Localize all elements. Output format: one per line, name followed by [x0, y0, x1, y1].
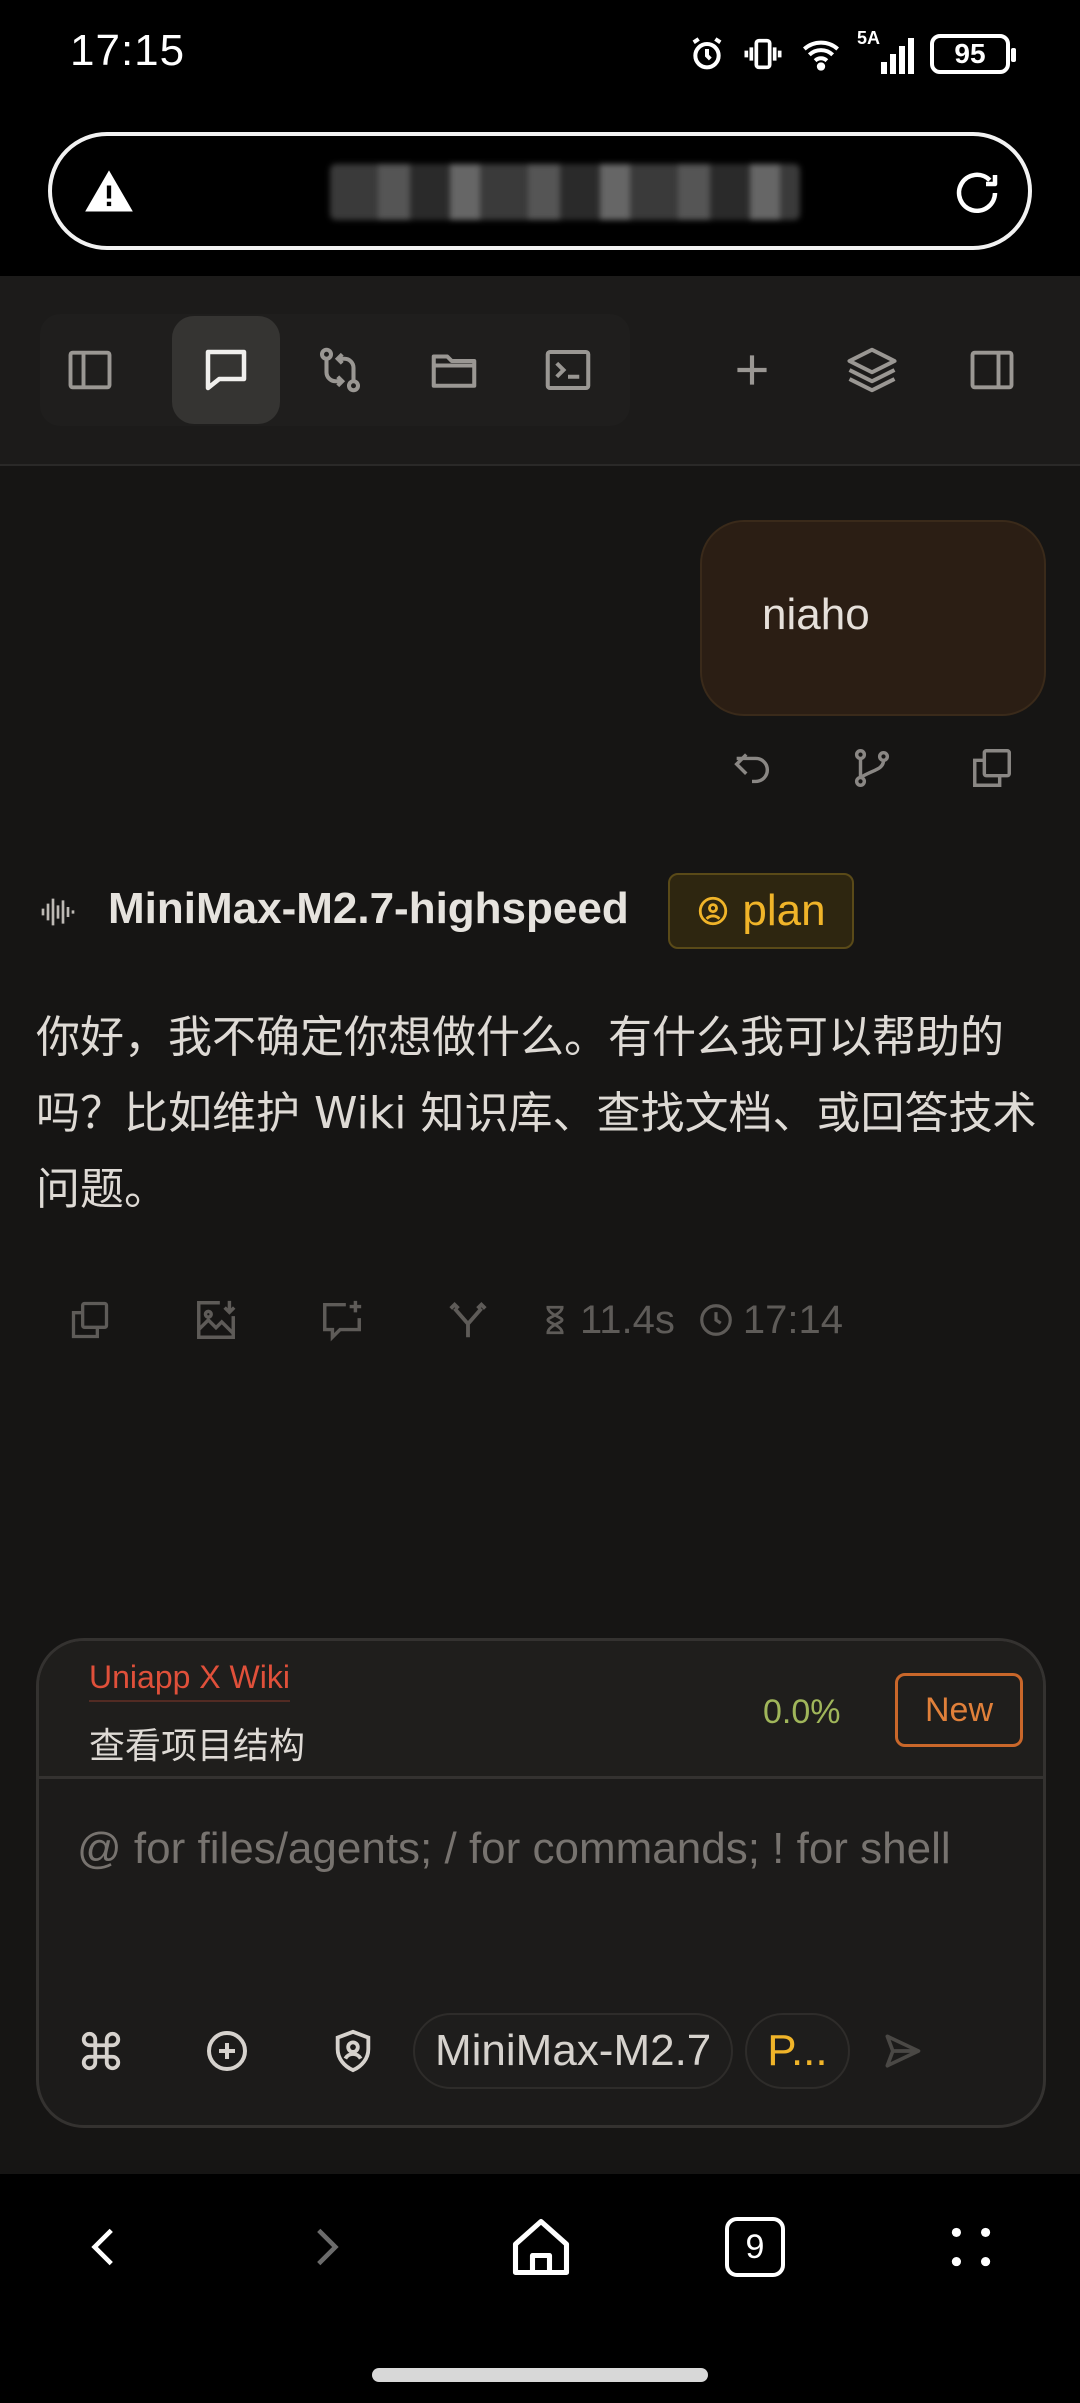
assistant-message-text: 你好，我不确定你想做什么。有什么我可以帮助的吗？比如维护 Wiki 知识库、查找…: [36, 1012, 1037, 1215]
timestamp-stat: 17:14: [697, 1298, 843, 1343]
fork-icon: [445, 1297, 491, 1343]
new-session-button[interactable]: New: [895, 1673, 1023, 1747]
duration-text: 11.4s: [580, 1297, 675, 1342]
shield-user-icon: [330, 2027, 376, 2075]
wifi-icon: [799, 34, 843, 74]
permissions-button[interactable]: [321, 2019, 385, 2083]
warning-icon[interactable]: [82, 166, 136, 218]
git-branch-icon: [849, 745, 895, 791]
right-panel-toggle-button[interactable]: [938, 316, 1046, 424]
assistant-actions-row: 11.4s 17:14: [60, 1290, 865, 1350]
model-selector[interactable]: MiniMax-M2.7: [413, 2013, 734, 2089]
panel-right-icon: [966, 344, 1018, 396]
layers-button[interactable]: [818, 316, 926, 424]
timestamp-text: 17:14: [742, 1297, 843, 1342]
network-type: 5A: [857, 28, 881, 48]
copy-message-button[interactable]: [962, 738, 1022, 798]
composer-session-header: Uniapp X Wiki 查看项目结构 0.0% New: [39, 1641, 1043, 1779]
dots-grid-icon: [946, 2222, 996, 2272]
image-download-icon: [193, 1297, 239, 1343]
terminal-button[interactable]: [514, 316, 622, 424]
terminal-icon: [541, 343, 595, 397]
copy-icon: [969, 745, 1015, 791]
composer: Uniapp X Wiki 查看项目结构 0.0% New @ for file…: [36, 1638, 1046, 2128]
duration-stat: 11.4s: [538, 1298, 675, 1343]
send-icon: [880, 2029, 924, 2073]
home-icon: [507, 2213, 575, 2281]
assistant-model-name: MiniMax-M2.7-highspeed: [108, 884, 629, 933]
sidebar-icon: [64, 344, 116, 396]
vibrate-icon: [743, 34, 783, 74]
reload-icon[interactable]: [950, 166, 1004, 220]
fork-button[interactable]: [438, 1290, 498, 1350]
context-usage: 0.0%: [763, 1693, 841, 1731]
alarm-icon: [687, 34, 727, 74]
tab-count: 9: [725, 2217, 785, 2277]
undo-button[interactable]: [722, 738, 782, 798]
user-message-text: niaho: [762, 590, 870, 639]
session-title: 查看项目结构: [89, 1726, 306, 1767]
undo-icon: [729, 745, 775, 791]
plus-circle-icon: [203, 2027, 251, 2075]
battery-level: 95: [954, 38, 986, 69]
new-session-button[interactable]: [698, 316, 806, 424]
battery-indicator: 95: [930, 34, 1016, 74]
branch-button[interactable]: [842, 738, 902, 798]
chat-icon: [199, 343, 253, 397]
mode-badge: plan: [668, 873, 854, 949]
chevron-right-icon: [300, 2217, 350, 2277]
layers-icon: [845, 343, 899, 397]
audio-wave-icon: [36, 892, 80, 932]
status-time: 17:15: [70, 26, 186, 75]
save-image-button[interactable]: [186, 1290, 246, 1350]
signal-icon: 5A: [857, 28, 914, 74]
forward-button[interactable]: [270, 2192, 380, 2302]
hourglass-icon: [538, 1301, 572, 1339]
sidebar-toggle-button[interactable]: [36, 316, 144, 424]
home-button[interactable]: [486, 2192, 596, 2302]
project-link[interactable]: Uniapp X Wiki: [89, 1659, 290, 1702]
send-button[interactable]: [870, 2019, 934, 2083]
agent-face-icon: [696, 894, 730, 928]
command-icon: [78, 2028, 124, 2074]
prompt-input[interactable]: @ for files/agents; / for commands; ! fo…: [77, 1813, 1007, 1885]
url-text-redacted: [330, 164, 800, 220]
home-indicator: [372, 2368, 708, 2382]
mode-selector[interactable]: P...: [745, 2013, 850, 2089]
tabs-button[interactable]: 9: [700, 2192, 810, 2302]
chat-tab-button[interactable]: [172, 316, 280, 424]
command-button[interactable]: [69, 2019, 133, 2083]
add-comment-button[interactable]: [312, 1290, 372, 1350]
folder-icon: [427, 343, 481, 397]
chevron-left-icon: [80, 2217, 130, 2277]
back-button[interactable]: [50, 2192, 160, 2302]
source-control-button[interactable]: [286, 316, 394, 424]
files-button[interactable]: [400, 316, 508, 424]
mode-badge-label: plan: [742, 886, 826, 935]
plus-icon: [727, 345, 777, 395]
menu-button[interactable]: [916, 2192, 1026, 2302]
git-compare-icon: [313, 343, 367, 397]
composer-toolbar: MiniMax-M2.7 P...: [69, 2011, 1019, 2091]
attach-button[interactable]: [195, 2019, 259, 2083]
copy-response-button[interactable]: [60, 1290, 120, 1350]
comment-plus-icon: [319, 1297, 365, 1343]
clock-icon: [697, 1301, 735, 1339]
user-message-bubble: [700, 520, 1046, 716]
status-icons: 5A 95: [687, 28, 1016, 78]
copy-icon: [68, 1298, 112, 1342]
